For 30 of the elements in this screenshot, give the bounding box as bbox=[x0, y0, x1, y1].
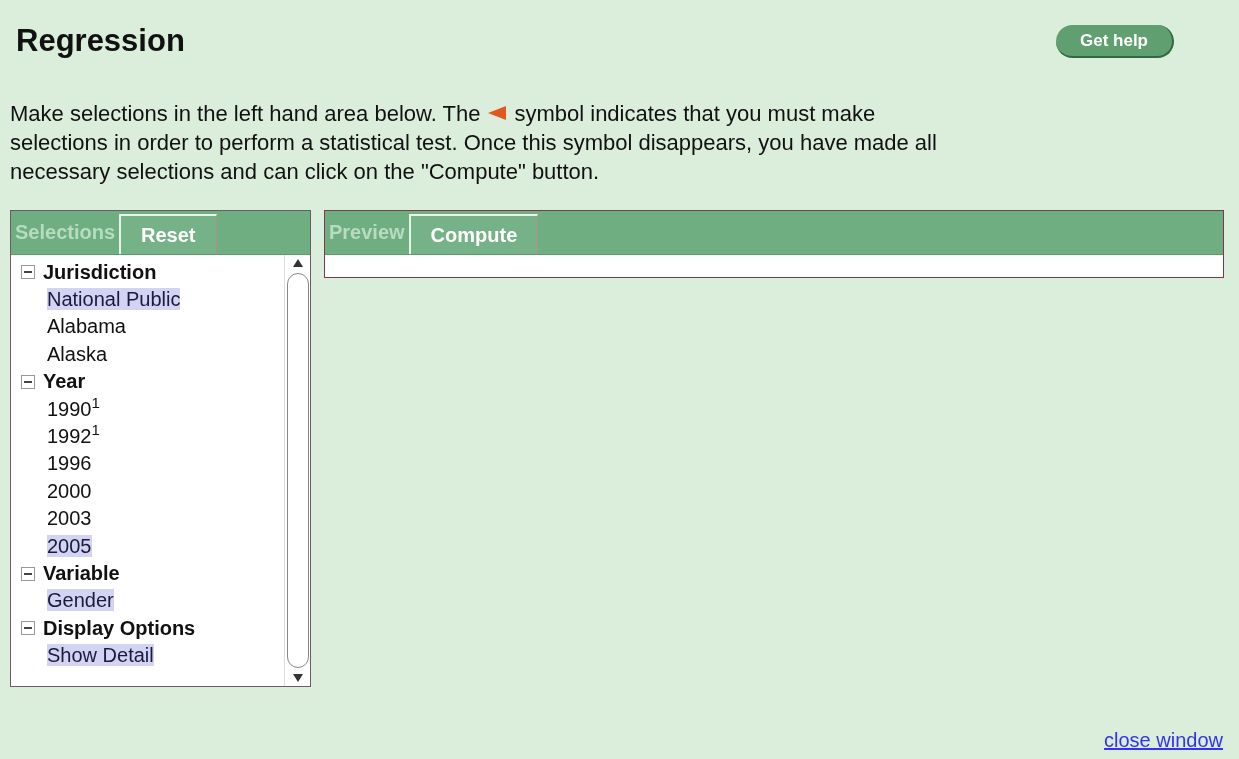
tree-item[interactable]: Gender bbox=[47, 589, 114, 612]
tree-item[interactable]: Alaska bbox=[47, 342, 108, 365]
intro-text: necessary selections and can click on the "Compute" button. bbox=[10, 157, 600, 186]
scroll-thumb[interactable] bbox=[286, 272, 309, 668]
tree-group[interactable]: Display Options bbox=[43, 614, 196, 643]
tree-group[interactable]: Variable bbox=[43, 559, 120, 588]
scrollbar[interactable] bbox=[284, 254, 310, 686]
collapse-toggle[interactable] bbox=[21, 621, 35, 636]
tree-item[interactable]: 2000 bbox=[47, 479, 92, 502]
tree-item[interactable]: 1996 bbox=[47, 452, 92, 475]
tree-item[interactable]: National Public bbox=[47, 287, 181, 310]
tree-item[interactable]: 2005 bbox=[47, 534, 92, 557]
tree-group[interactable]: Jurisdiction bbox=[43, 258, 157, 286]
tree-item[interactable]: 1990$^{1}$ bbox=[47, 397, 100, 420]
scroll-down-icon[interactable] bbox=[292, 673, 303, 682]
arrow-icon bbox=[488, 106, 507, 120]
intro-text: Make selections in the left hand area below. The bbox=[10, 99, 481, 128]
tree-item[interactable]: 2003 bbox=[47, 507, 92, 530]
tree-group[interactable]: Year bbox=[43, 368, 86, 396]
tree-item[interactable]: Alabama bbox=[47, 315, 126, 338]
tree-item[interactable]: Show Detail bbox=[47, 644, 154, 667]
scroll-up-icon[interactable] bbox=[292, 258, 303, 267]
collapse-toggle[interactable] bbox=[21, 265, 35, 280]
page-title: Regression bbox=[16, 22, 185, 60]
collapse-toggle[interactable] bbox=[21, 374, 35, 389]
tree-item[interactable]: 1992$^{1}$ bbox=[47, 424, 100, 447]
intro-text: symbol indicates that you must make bbox=[514, 99, 876, 128]
close-window-link[interactable]: close window bbox=[1104, 725, 1223, 755]
collapse-toggle[interactable] bbox=[21, 566, 35, 581]
intro-text: selections in order to perform a statistical test. Once this symbol disappears, you have made all bbox=[10, 128, 937, 157]
